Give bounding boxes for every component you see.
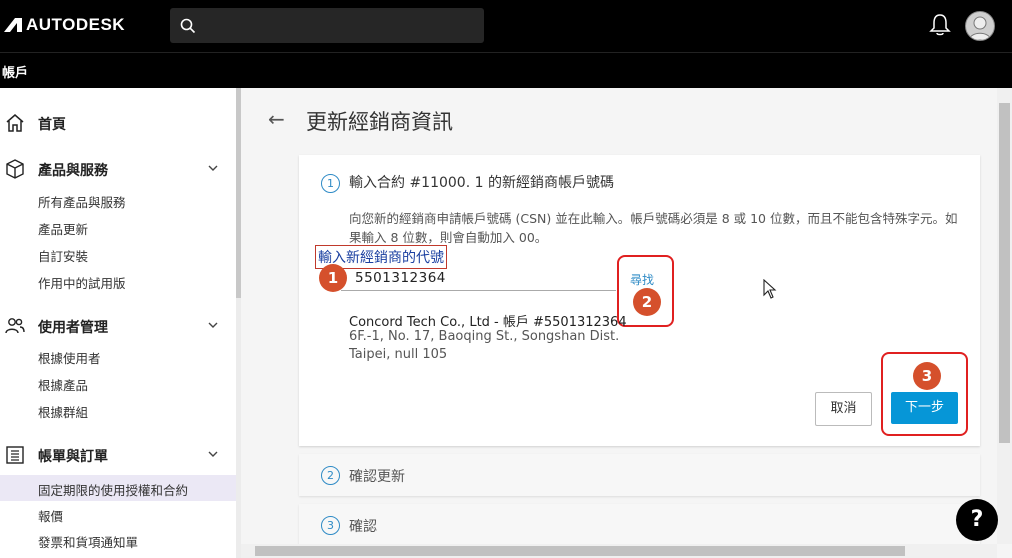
csn-input[interactable]: 5501312364 [341, 266, 616, 291]
logo-text: AUTODESK [26, 15, 126, 34]
step1-title: 輸入合約 #11000. 1 的新經銷商帳戶號碼 [349, 175, 614, 191]
account-bar: 帳戶 [0, 52, 1012, 88]
sidebar-item-by-user[interactable]: 根據使用者 [38, 348, 101, 367]
sidebar-item-all-products[interactable]: 所有產品與服務 [38, 192, 126, 211]
next-step-button[interactable]: 下一步 [891, 392, 958, 424]
callout-badge-1: 1 [319, 264, 347, 292]
autodesk-logo[interactable]: AUTODESK [4, 15, 125, 35]
step-number: 1 [321, 174, 340, 193]
sidebar-section-billing[interactable]: 帳單與訂單 [0, 443, 236, 469]
sidebar-item-quotes[interactable]: 報價 [38, 506, 63, 525]
sidebar-section-label: 帳單與訂單 [38, 449, 108, 465]
account-title: 帳戶 [2, 66, 29, 81]
box-icon [6, 159, 24, 179]
users-icon [5, 318, 25, 334]
step2-title: 確認更新 [349, 469, 405, 485]
sidebar-section-user-management[interactable]: 使用者管理 [0, 314, 236, 340]
step3-title: 確認 [349, 519, 377, 535]
sidebar-item-by-group[interactable]: 根據群組 [38, 402, 88, 421]
csn-input-value: 5501312364 [355, 270, 446, 286]
top-bar: AUTODESK [0, 0, 1012, 52]
sidebar-item-home[interactable]: 首頁 [0, 111, 236, 137]
autodesk-logo-icon [4, 18, 22, 32]
page-title: 更新經銷商資訊 [306, 110, 453, 134]
sidebar-item-active-trials[interactable]: 作用中的試用版 [38, 273, 126, 292]
sidebar-item-label: 固定期限的使用授權和合約 [38, 483, 189, 498]
callout-badge-3: 3 [913, 362, 941, 390]
sidebar-section-products[interactable]: 產品與服務 [0, 157, 236, 183]
sidebar-scrollbar[interactable] [236, 88, 241, 298]
step3-panel[interactable]: 3 確認 [299, 504, 980, 546]
chevron-down-icon [208, 322, 218, 328]
sidebar-item-custom-install[interactable]: 自訂安裝 [38, 246, 88, 265]
step-number: 3 [321, 516, 340, 535]
reseller-address-line2: Taipei, null 105 [349, 347, 448, 362]
horizontal-scroll-thumb[interactable] [255, 546, 905, 556]
sidebar: 首頁 產品與服務 所有產品與服務 產品更新 自訂安裝 作用中的試用版 使用者管理… [0, 88, 236, 558]
sidebar-item-product-updates[interactable]: 產品更新 [38, 219, 88, 238]
chevron-down-icon [208, 451, 218, 457]
notification-bell-icon[interactable] [929, 13, 951, 41]
reseller-company-name: Concord Tech Co., Ltd - 帳戶 #5501312364 [349, 315, 627, 330]
mouse-cursor-icon [763, 279, 777, 299]
sidebar-item-invoices[interactable]: 發票和貨項通知單 [38, 532, 138, 551]
horizontal-scrollbar[interactable] [241, 544, 997, 558]
user-avatar[interactable] [965, 11, 995, 41]
cancel-button[interactable]: 取消 [815, 392, 872, 426]
sidebar-item-by-product[interactable]: 根據產品 [38, 375, 88, 394]
sidebar-section-label: 產品與服務 [38, 163, 108, 179]
step2-panel[interactable]: 2 確認更新 [299, 454, 980, 496]
billing-icon [6, 446, 24, 464]
chevron-down-icon [208, 165, 218, 171]
home-icon [6, 114, 24, 132]
search-bar[interactable] [170, 8, 484, 43]
callout-badge-2: 2 [633, 288, 661, 316]
sidebar-section-label: 使用者管理 [38, 320, 108, 336]
reseller-address-line1: 6F.-1, No. 17, Baoqing St., Songshan Dis… [349, 329, 620, 344]
sidebar-section-label: 首頁 [38, 117, 66, 133]
back-arrow-icon[interactable]: ← [268, 107, 285, 131]
step-number: 2 [321, 466, 340, 485]
search-icon [180, 18, 196, 34]
main-scrollbar[interactable] [999, 103, 1010, 443]
step1-description: 向您新的經銷商申請帳戶號碼 (CSN) 並在此輸入。帳戶號碼必須是 8 或 10… [349, 211, 958, 245]
sidebar-item-term-licenses[interactable]: 固定期限的使用授權和合約 [0, 475, 236, 501]
help-button[interactable]: ? [956, 499, 998, 541]
